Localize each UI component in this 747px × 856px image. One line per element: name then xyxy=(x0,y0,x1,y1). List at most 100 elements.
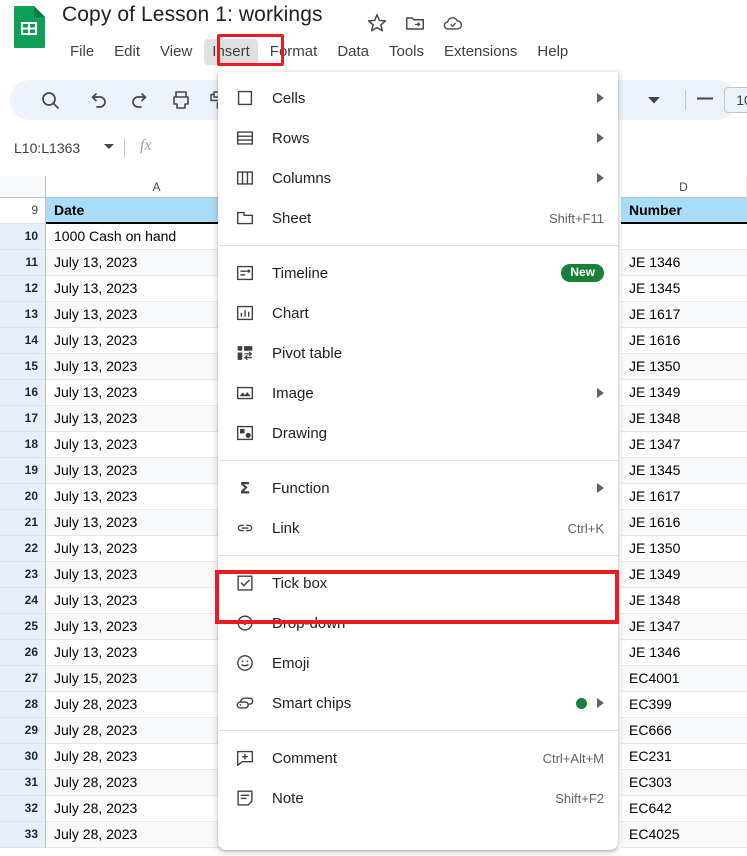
row-header[interactable]: 32 xyxy=(0,796,46,822)
search-icon[interactable] xyxy=(38,88,62,112)
menu-item-note[interactable]: Note Shift+F2 xyxy=(218,778,618,818)
menu-tools[interactable]: Tools xyxy=(381,39,432,65)
print-icon[interactable] xyxy=(169,88,193,112)
row-header[interactable]: 14 xyxy=(0,328,46,354)
select-all-corner[interactable] xyxy=(0,176,46,198)
menu-item-pivot-table[interactable]: Pivot table xyxy=(218,333,618,373)
rows-icon xyxy=(234,127,256,149)
menu-item-columns[interactable]: Columns xyxy=(218,158,618,198)
submenu-arrow-icon xyxy=(597,173,604,183)
chevron-down-icon[interactable] xyxy=(647,96,661,104)
row-header[interactable]: 30 xyxy=(0,744,46,770)
menu-item-chart[interactable]: Chart xyxy=(218,293,618,333)
row-header[interactable]: 22 xyxy=(0,536,46,562)
cell-d[interactable] xyxy=(621,224,747,250)
undo-icon[interactable] xyxy=(86,88,110,112)
cell-d[interactable]: JE 1346 xyxy=(621,250,747,276)
image-icon xyxy=(234,382,256,404)
document-title[interactable]: Copy of Lesson 1: workings xyxy=(62,3,323,27)
cell-d[interactable]: JE 1347 xyxy=(621,614,747,640)
menu-item-smart-chips[interactable]: Smart chips xyxy=(218,683,618,723)
row-header[interactable]: 31 xyxy=(0,770,46,796)
cell-d[interactable]: JE 1345 xyxy=(621,458,747,484)
cell-d[interactable]: JE 1349 xyxy=(621,562,747,588)
cells-icon xyxy=(234,87,256,109)
menu-item-image[interactable]: Image xyxy=(218,373,618,413)
row-header[interactable]: 24 xyxy=(0,588,46,614)
row-header[interactable]: 17 xyxy=(0,406,46,432)
name-box-caret-icon[interactable] xyxy=(104,144,114,149)
cell-d[interactable]: EC4025 xyxy=(621,822,747,848)
cell-d[interactable]: JE 1345 xyxy=(621,276,747,302)
menu-help[interactable]: Help xyxy=(529,39,576,65)
row-header[interactable]: 19 xyxy=(0,458,46,484)
column-header-d[interactable]: D xyxy=(621,176,747,198)
comment-icon xyxy=(234,747,256,769)
row-header[interactable]: 25 xyxy=(0,614,46,640)
cell-d-header[interactable]: Number xyxy=(621,198,747,224)
menu-item-label: Sheet xyxy=(272,209,312,227)
cell-d[interactable]: JE 1617 xyxy=(621,302,747,328)
cloud-saved-icon[interactable] xyxy=(442,12,464,34)
menu-item-tick-box[interactable]: Tick box xyxy=(218,563,618,603)
cell-d[interactable]: JE 1347 xyxy=(621,432,747,458)
decrease-font-size-button[interactable] xyxy=(696,97,714,100)
menu-item-drop-down[interactable]: Drop-down xyxy=(218,603,618,643)
name-box[interactable]: L10:L1363 xyxy=(10,136,100,160)
cell-d[interactable]: JE 1348 xyxy=(621,406,747,432)
row-header[interactable]: 13 xyxy=(0,302,46,328)
menu-extensions[interactable]: Extensions xyxy=(436,39,525,65)
menu-view[interactable]: View xyxy=(152,39,200,65)
font-size-input[interactable]: 10 xyxy=(724,87,747,113)
row-header[interactable]: 23 xyxy=(0,562,46,588)
star-icon[interactable] xyxy=(366,12,388,34)
menu-file[interactable]: File xyxy=(62,39,102,65)
row-header[interactable]: 10 xyxy=(0,224,46,250)
row-header[interactable]: 20 xyxy=(0,484,46,510)
cell-d[interactable]: JE 1350 xyxy=(621,354,747,380)
menu-item-timeline[interactable]: Timeline New xyxy=(218,253,618,293)
cell-d[interactable]: JE 1616 xyxy=(621,510,747,536)
smart-chips-icon xyxy=(234,692,256,714)
cell-d[interactable]: JE 1617 xyxy=(621,484,747,510)
menu-item-sheet[interactable]: Sheet Shift+F11 xyxy=(218,198,618,238)
menu-item-link[interactable]: Link Ctrl+K xyxy=(218,508,618,548)
row-header[interactable]: 11 xyxy=(0,250,46,276)
row-header[interactable]: 12 xyxy=(0,276,46,302)
menu-item-rows[interactable]: Rows xyxy=(218,118,618,158)
menu-item-cells[interactable]: Cells xyxy=(218,78,618,118)
cell-d[interactable]: EC642 xyxy=(621,796,747,822)
menu-insert[interactable]: Insert xyxy=(204,39,258,65)
cell-d[interactable]: EC399 xyxy=(621,692,747,718)
row-header[interactable]: 27 xyxy=(0,666,46,692)
cell-d[interactable]: EC666 xyxy=(621,718,747,744)
cell-d[interactable]: JE 1350 xyxy=(621,536,747,562)
row-header[interactable]: 21 xyxy=(0,510,46,536)
cell-d[interactable]: JE 1346 xyxy=(621,640,747,666)
row-header[interactable]: 28 xyxy=(0,692,46,718)
menu-item-label: Note xyxy=(272,789,304,807)
row-header[interactable]: 29 xyxy=(0,718,46,744)
menu-item-emoji[interactable]: Emoji xyxy=(218,643,618,683)
cell-d[interactable]: EC303 xyxy=(621,770,747,796)
menu-item-function[interactable]: Σ Function xyxy=(218,468,618,508)
menu-edit[interactable]: Edit xyxy=(106,39,148,65)
menu-data[interactable]: Data xyxy=(329,39,377,65)
cell-d[interactable]: JE 1348 xyxy=(621,588,747,614)
row-header[interactable]: 9 xyxy=(0,198,46,224)
cell-d[interactable]: EC231 xyxy=(621,744,747,770)
menu-item-drawing[interactable]: Drawing xyxy=(218,413,618,453)
menu-format[interactable]: Format xyxy=(262,39,326,65)
menu-item-comment[interactable]: Comment Ctrl+Alt+M xyxy=(218,738,618,778)
row-header[interactable]: 16 xyxy=(0,380,46,406)
row-header[interactable]: 26 xyxy=(0,640,46,666)
move-folder-icon[interactable] xyxy=(404,12,426,34)
row-header[interactable]: 15 xyxy=(0,354,46,380)
row-header[interactable]: 18 xyxy=(0,432,46,458)
note-icon xyxy=(234,787,256,809)
row-header[interactable]: 33 xyxy=(0,822,46,848)
cell-d[interactable]: JE 1616 xyxy=(621,328,747,354)
cell-d[interactable]: JE 1349 xyxy=(621,380,747,406)
cell-d[interactable]: EC4001 xyxy=(621,666,747,692)
redo-icon[interactable] xyxy=(128,88,152,112)
